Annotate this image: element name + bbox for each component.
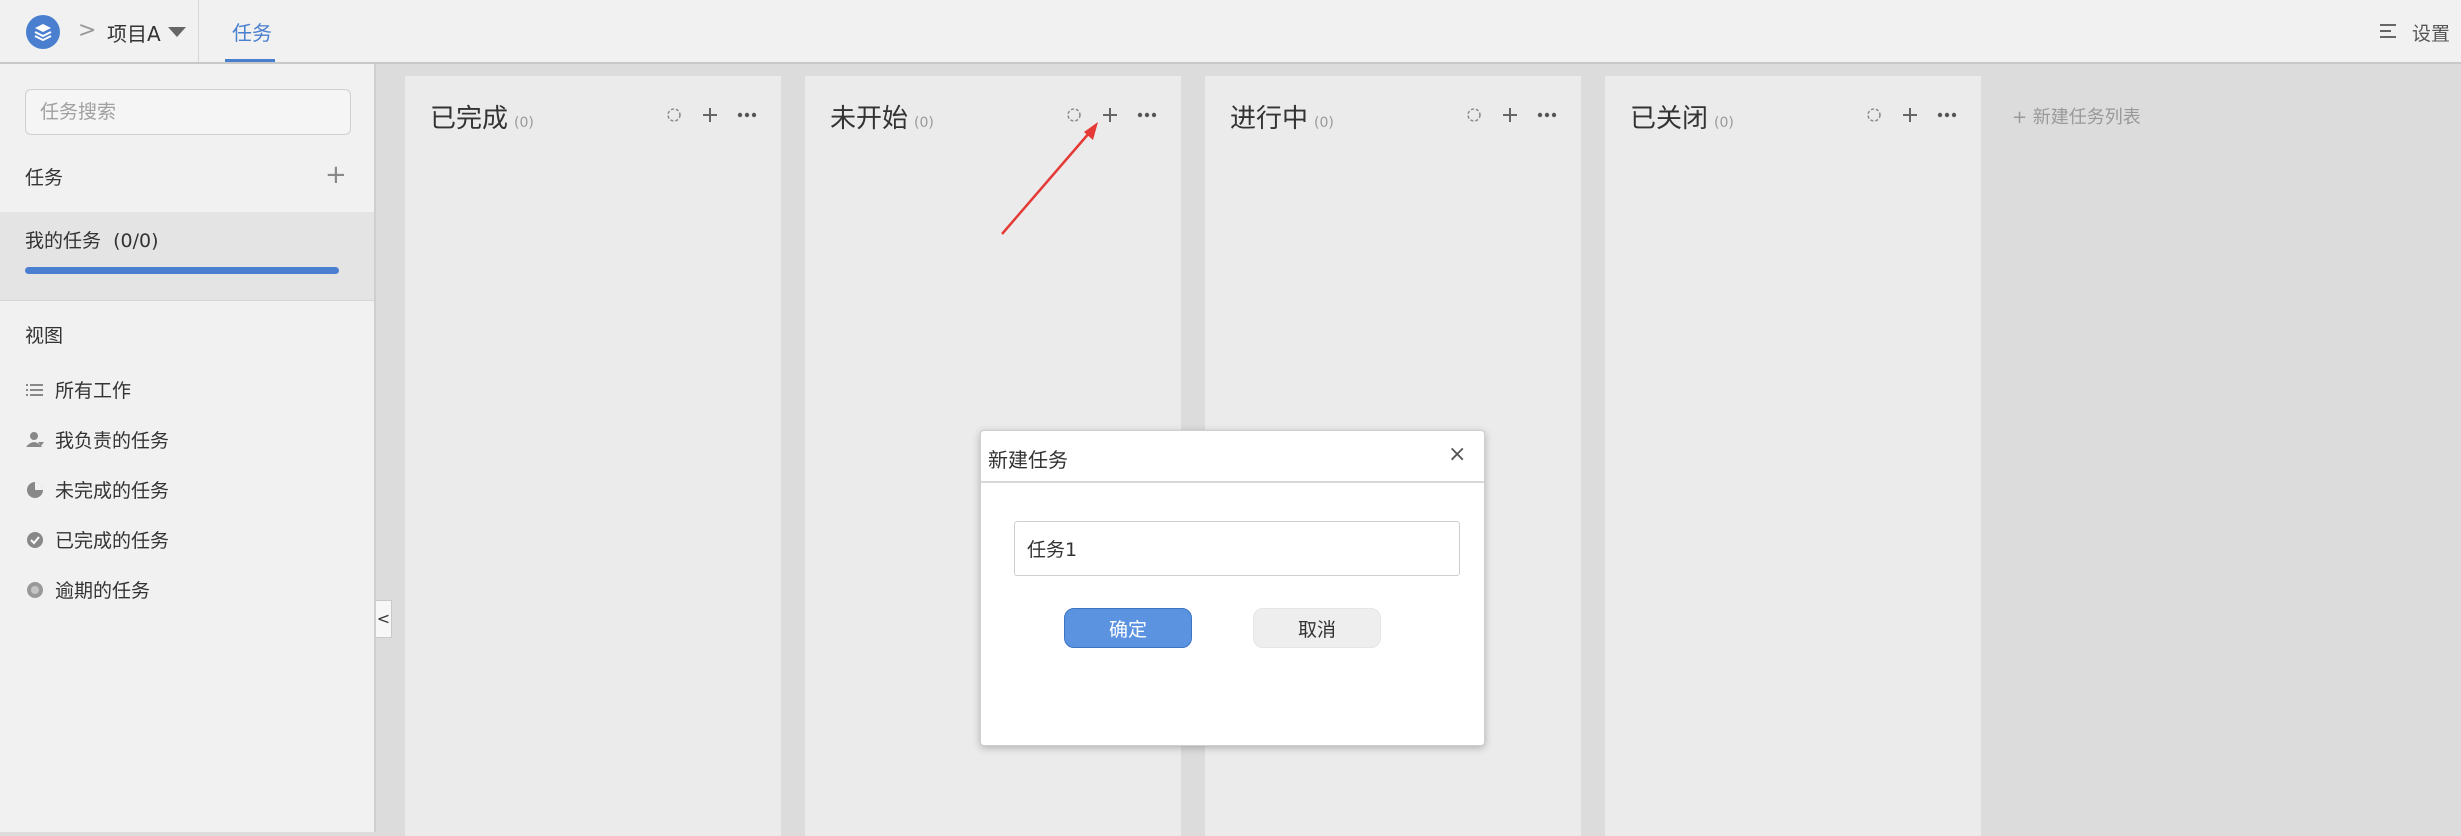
overdue-icon	[27, 581, 43, 598]
refresh-icon[interactable]	[1467, 108, 1481, 122]
view-item-label: 未完成的任务	[55, 480, 170, 502]
app-logo-icon[interactable]	[26, 15, 60, 49]
column-count: (0)	[514, 115, 534, 131]
pie-icon	[27, 481, 43, 498]
project-name[interactable]: 项目A	[107, 18, 161, 47]
list-icon	[26, 383, 43, 396]
tasks-heading: 任务	[25, 167, 64, 189]
column-title: 未开始 (0)	[830, 98, 934, 135]
view-item-completed[interactable]: 已完成的任务	[25, 526, 169, 553]
add-task-icon[interactable]	[1903, 108, 1917, 122]
column-title-text: 已关闭	[1630, 104, 1709, 134]
view-item-label: 已完成的任务	[55, 530, 170, 552]
view-item-unfinished[interactable]: 未完成的任务	[25, 476, 169, 503]
breadcrumb-chevron-icon: >	[78, 18, 97, 43]
top-bar	[0, 0, 2461, 64]
refresh-icon[interactable]	[667, 108, 681, 122]
my-tasks-progress-bar	[25, 267, 339, 274]
refresh-icon[interactable]	[1867, 108, 1881, 122]
column-title-text: 未开始	[830, 104, 909, 134]
dialog-title: 新建任务	[988, 448, 1068, 472]
view-item-overdue[interactable]: 逾期的任务	[25, 576, 150, 603]
column-title-text: 进行中	[1230, 104, 1309, 134]
check-circle-icon	[27, 531, 43, 548]
add-task-icon[interactable]	[1503, 108, 1517, 122]
more-icon[interactable]	[737, 112, 757, 118]
new-task-list-button[interactable]: + 新建任务列表	[2012, 103, 2141, 129]
column-actions-completed	[667, 108, 757, 122]
divider	[981, 481, 1484, 483]
new-task-dialog	[980, 430, 1485, 746]
tab-tasks[interactable]: 任务	[232, 17, 272, 46]
close-icon[interactable]: ×	[1448, 442, 1466, 467]
add-task-icon[interactable]	[703, 108, 717, 122]
more-icon[interactable]	[1137, 112, 1157, 118]
my-tasks-label: 我的任务 (0/0)	[25, 230, 159, 252]
column-title-text: 已完成	[430, 104, 509, 134]
view-item-all-work[interactable]: 所有工作	[25, 376, 131, 403]
settings-button[interactable]: 设置	[2412, 19, 2450, 46]
views-heading: 视图	[25, 325, 64, 347]
divider	[198, 0, 199, 62]
collapse-sidebar-button[interactable]: <	[376, 600, 392, 638]
add-task-group-button[interactable]: +	[325, 162, 347, 188]
divider	[0, 300, 374, 301]
column-title: 进行中 (0)	[1230, 98, 1334, 135]
more-icon[interactable]	[1937, 112, 1957, 118]
menu-icon[interactable]	[2380, 24, 2398, 38]
more-icon[interactable]	[1537, 112, 1557, 118]
caret-down-icon[interactable]	[168, 27, 186, 37]
person-icon	[26, 431, 44, 447]
column-count: (0)	[1314, 115, 1334, 131]
view-item-label: 逾期的任务	[55, 580, 151, 602]
cancel-button[interactable]: 取消	[1253, 608, 1381, 648]
column-count: (0)	[1714, 115, 1734, 131]
column-actions-closed	[1867, 108, 1957, 122]
task-search-input[interactable]	[25, 89, 351, 135]
task-name-input[interactable]	[1014, 521, 1460, 576]
column-title: 已完成 (0)	[430, 98, 534, 135]
view-item-my-responsible[interactable]: 我负责的任务	[25, 426, 169, 453]
column-title: 已关闭 (0)	[1630, 98, 1734, 135]
annotation-arrow-icon	[1001, 122, 1098, 235]
active-tab-indicator	[225, 59, 275, 62]
view-item-label: 所有工作	[55, 380, 132, 402]
task-column-closed	[1605, 76, 1981, 836]
task-column-completed	[405, 76, 781, 836]
column-actions-in-progress	[1467, 108, 1557, 122]
column-count: (0)	[914, 115, 934, 131]
confirm-button[interactable]: 确定	[1064, 608, 1192, 648]
view-item-label: 我负责的任务	[55, 430, 170, 452]
